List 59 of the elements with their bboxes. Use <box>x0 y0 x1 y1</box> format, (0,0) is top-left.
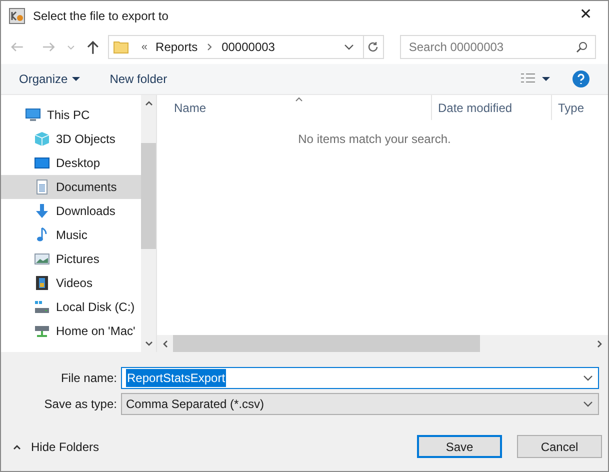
up-arrow-icon[interactable] <box>84 39 100 55</box>
app-logo-icon <box>9 8 25 24</box>
scrollbar-thumb[interactable] <box>173 335 480 352</box>
folder-tree-item[interactable]: Documents <box>1 175 141 199</box>
search-field[interactable]: Search 00000003 <box>400 35 596 59</box>
field-label: Save as type: <box>43 396 118 412</box>
window-title: Select the file to export to <box>33 8 168 24</box>
folder-tree-item[interactable]: Videos <box>1 271 141 295</box>
folder-icon <box>113 39 130 55</box>
field-label: File name: <box>60 370 118 386</box>
scrollbar-thumb[interactable] <box>141 143 156 249</box>
sort-ascending-icon <box>295 95 303 103</box>
cube-icon <box>34 131 50 147</box>
chevron-down-icon[interactable] <box>144 340 152 348</box>
column-header[interactable]: Type <box>552 95 584 120</box>
organize-menu-button[interactable]: Organize <box>19 70 80 88</box>
folder-tree-item[interactable]: Music <box>1 223 141 247</box>
folder-tree-item[interactable]: Pictures <box>1 247 141 271</box>
empty-message: No items match your search. <box>298 131 451 148</box>
help-icon[interactable] <box>572 70 590 88</box>
selected-text: ReportStatsExport <box>126 368 226 386</box>
film-strip-icon <box>34 275 50 291</box>
folder-tree-item[interactable]: Local Disk (C:) <box>1 295 141 319</box>
breadcrumb[interactable]: Reports <box>156 38 198 56</box>
computer-icon <box>25 107 41 123</box>
caret-icon <box>72 75 80 83</box>
address-bar[interactable]: « Reports 00000003 <box>108 35 384 59</box>
folder-tree-item[interactable]: 3D Objects <box>1 127 141 151</box>
overflow-chevron[interactable]: « <box>141 38 148 56</box>
chevron-left-icon[interactable] <box>161 340 169 348</box>
search-icon <box>576 41 588 53</box>
down-arrow-icon <box>34 203 50 219</box>
landscape-icon <box>34 251 50 267</box>
monitor-icon <box>34 155 50 171</box>
column-header[interactable]: Date modified <box>432 95 552 120</box>
dialog-button[interactable]: Save <box>417 435 502 458</box>
drive-icon <box>34 299 50 315</box>
new-folder-button[interactable]: New folder <box>110 70 168 88</box>
horizontal-scrollbar[interactable] <box>157 335 608 352</box>
file-name-field[interactable]: ReportStatsExport <box>121 366 599 388</box>
chevron-right-icon <box>206 43 214 51</box>
dialog-button[interactable]: Cancel <box>517 435 602 458</box>
folder-tree-item[interactable]: Home on 'Mac' <box>1 319 141 343</box>
refresh-icon[interactable] <box>367 41 380 53</box>
chevron-up-icon <box>13 442 21 450</box>
hide-folders-button[interactable]: Hide Folders <box>13 438 100 456</box>
network-drive-icon <box>34 323 50 339</box>
close-button[interactable]: ✕ <box>564 1 608 30</box>
folder-tree-item[interactable]: This PC <box>1 103 141 127</box>
caret-icon[interactable] <box>542 75 550 83</box>
folder-tree-item[interactable]: Desktop <box>1 151 141 175</box>
chevron-right-icon[interactable] <box>596 340 604 348</box>
document-icon <box>34 179 50 195</box>
column-header[interactable]: Name <box>157 95 432 120</box>
breadcrumb[interactable]: 00000003 <box>222 38 275 56</box>
vertical-scrollbar[interactable] <box>141 95 156 352</box>
chevron-up-icon[interactable] <box>144 99 152 107</box>
file-type-dropdown[interactable]: Comma Separated (*.csv) <box>121 392 599 414</box>
folder-tree-item[interactable]: Downloads <box>1 199 141 223</box>
